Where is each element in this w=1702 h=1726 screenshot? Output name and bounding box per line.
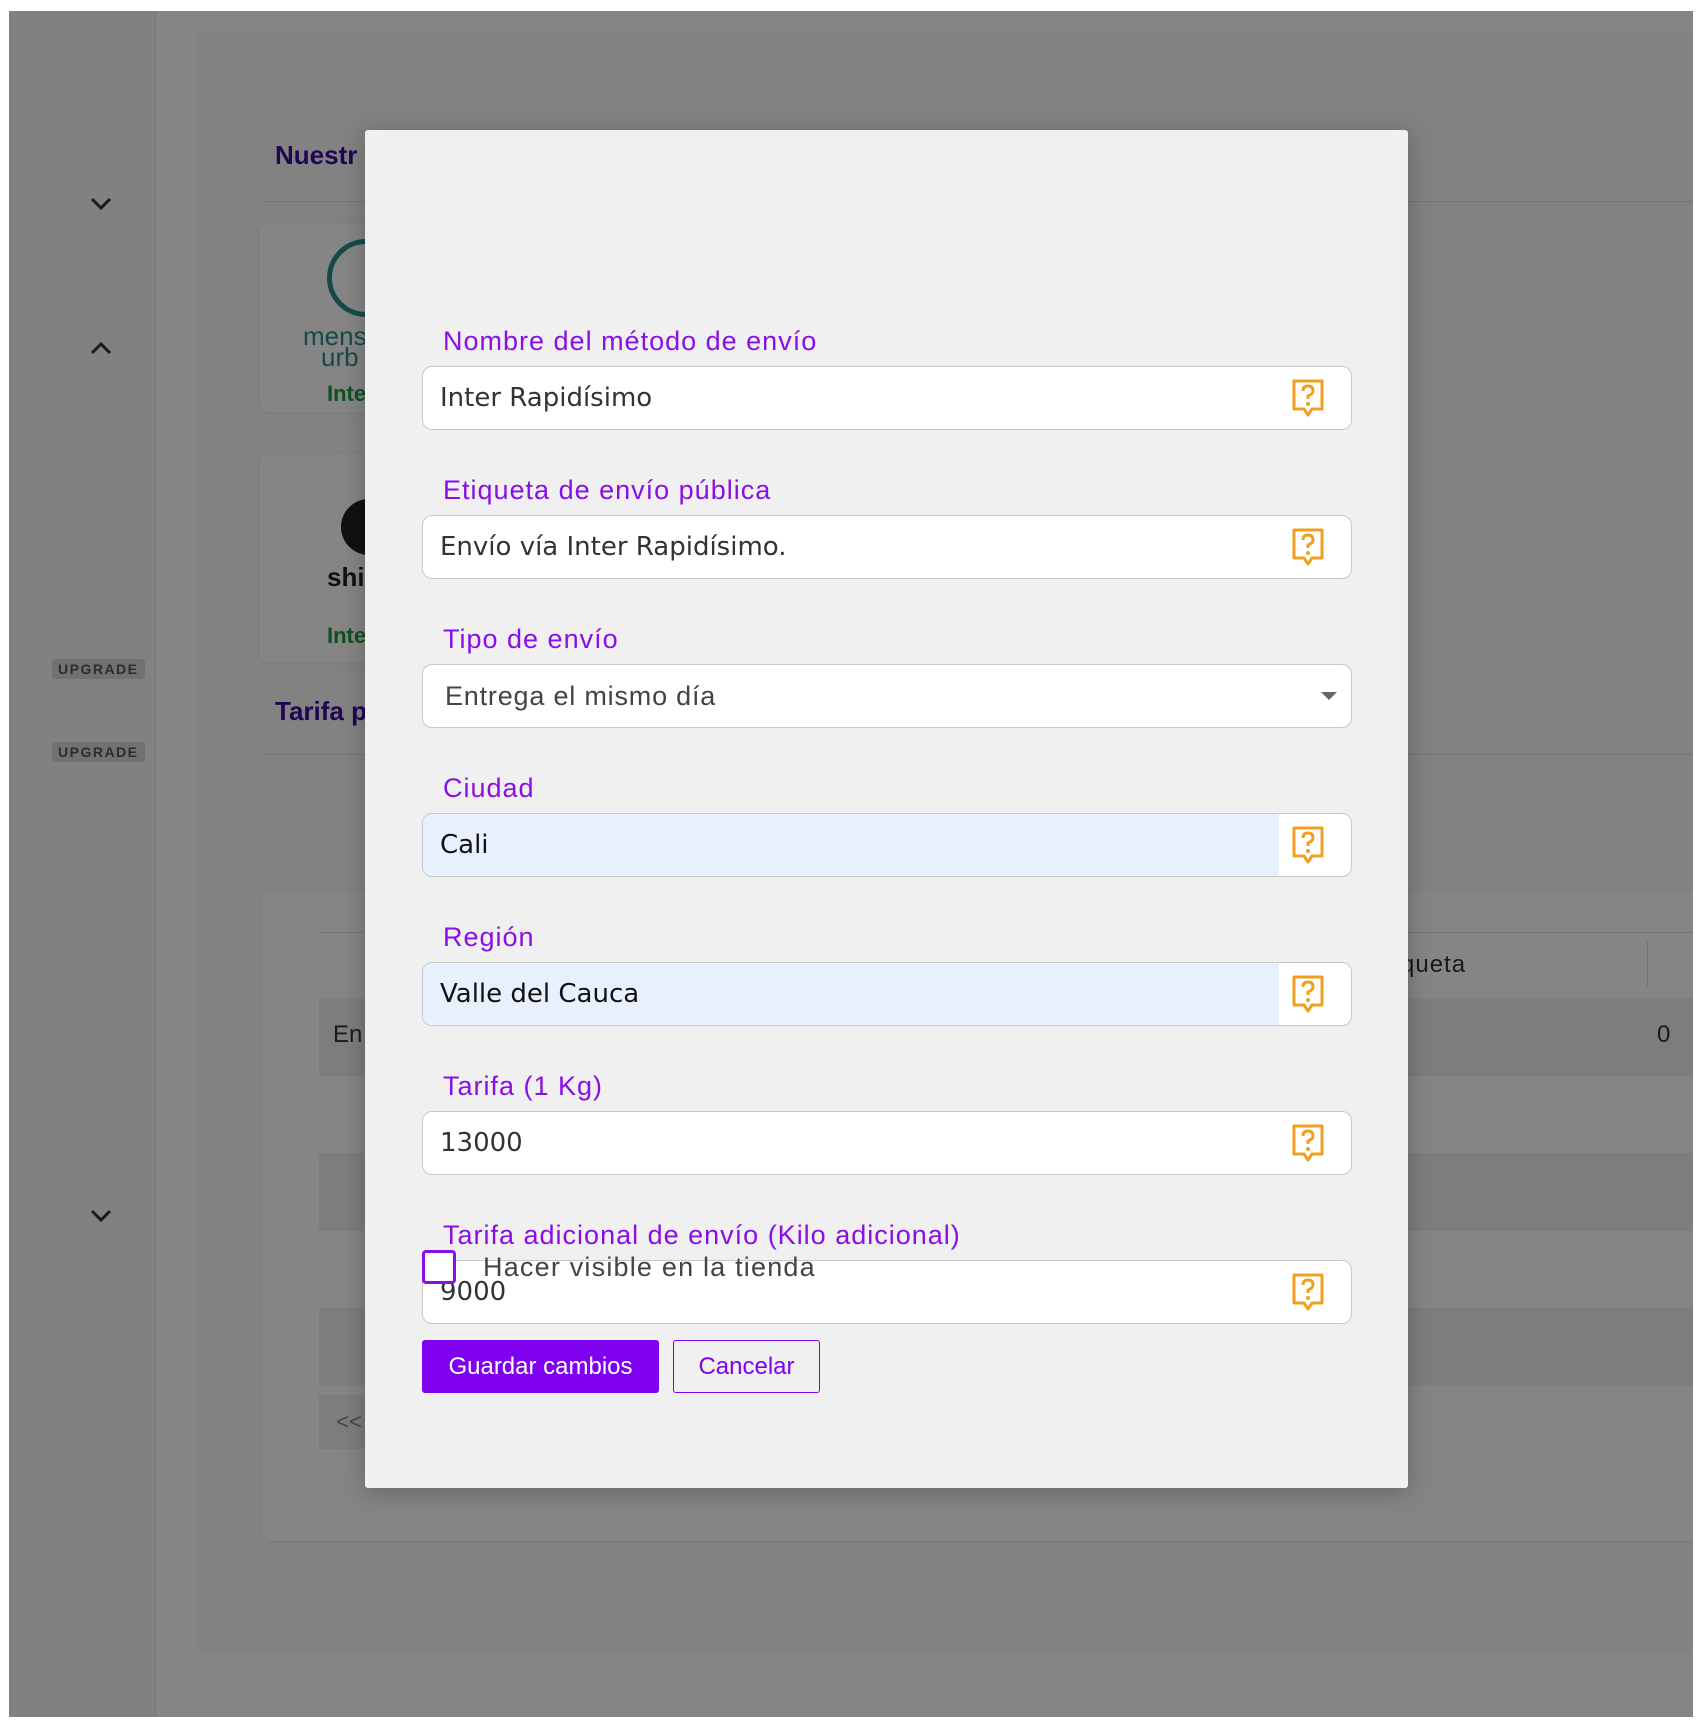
public-label-label: Etiqueta de envío pública [443,475,772,505]
cancel-button[interactable]: Cancelar [673,1340,820,1393]
shipping-type-select[interactable]: Entrega el mismo día [422,664,1352,728]
rate-input[interactable] [423,1112,1281,1174]
help-bubble-icon[interactable] [1291,1272,1325,1312]
additional-rate-label: Tarifa adicional de envío (Kilo adiciona… [443,1220,961,1250]
visible-in-store-label[interactable]: Hacer visible en la tienda [483,1250,816,1284]
public-label-input[interactable] [423,516,1281,578]
rate-label: Tarifa (1 Kg) [443,1071,604,1101]
edit-shipping-method-modal: Nombre del método de envío Etiqueta de e… [365,130,1408,1488]
visible-in-store-checkbox[interactable] [422,1250,456,1284]
city-field[interactable] [422,813,1352,877]
shipping-name-field[interactable] [422,366,1352,430]
help-bubble-icon[interactable] [1291,974,1325,1014]
help-bubble-icon[interactable] [1291,1123,1325,1163]
shipping-type-label: Tipo de envío [443,624,619,654]
help-bubble-icon[interactable] [1291,527,1325,567]
region-label: Región [443,922,535,952]
rate-field[interactable] [422,1111,1352,1175]
region-field[interactable] [422,962,1352,1026]
region-input[interactable] [423,963,1281,1025]
save-button[interactable]: Guardar cambios [422,1340,659,1393]
shipping-name-label: Nombre del método de envío [443,326,818,356]
caret-down-icon [1321,692,1337,700]
help-bubble-icon[interactable] [1291,825,1325,865]
shipping-name-input[interactable] [423,367,1281,429]
city-label: Ciudad [443,773,535,803]
public-label-field[interactable] [422,515,1352,579]
shipping-type-value: Entrega el mismo día [445,681,717,711]
help-bubble-icon[interactable] [1291,378,1325,418]
city-input[interactable] [423,814,1281,876]
